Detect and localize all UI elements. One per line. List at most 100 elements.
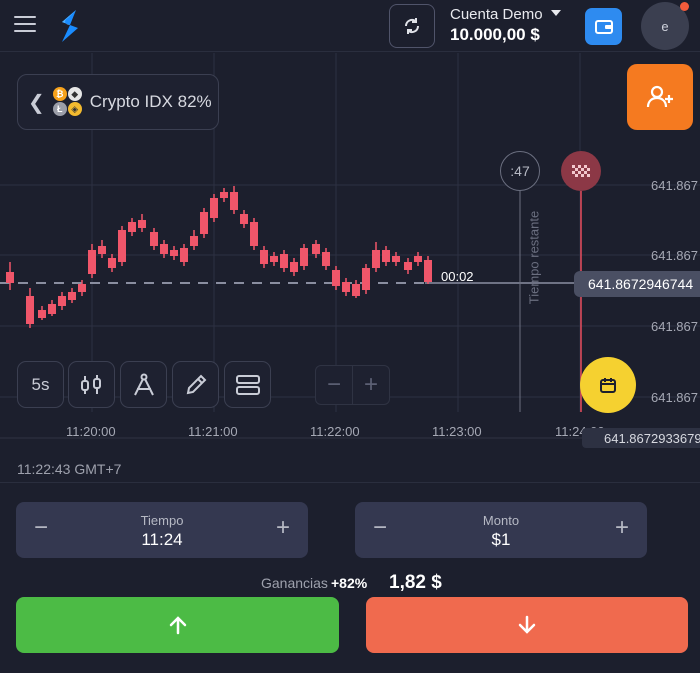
bearish-candle: [270, 252, 278, 266]
candle-body: [108, 258, 116, 268]
candle-body: [38, 310, 46, 318]
timeframe-button[interactable]: 5s: [17, 361, 64, 408]
bearish-candle: [260, 246, 268, 268]
time-field[interactable]: − Tiempo 11:24 +: [16, 502, 308, 558]
chevron-down-icon: [550, 10, 561, 16]
bearish-candle: [332, 266, 340, 290]
candle-body: [160, 244, 168, 254]
payout-amount: 1,82 $: [389, 572, 442, 593]
pencil-tool-button[interactable]: [172, 361, 219, 408]
bearish-candle: [118, 226, 126, 266]
candle-body: [88, 250, 96, 274]
bearish-candle: [220, 188, 228, 202]
bearish-candle: [6, 262, 14, 290]
brand-logo[interactable]: [56, 8, 82, 44]
bearish-candle: [342, 278, 350, 296]
indicators-button[interactable]: [68, 361, 115, 408]
zoom-in-button[interactable]: +: [352, 365, 390, 405]
bearish-candle: [362, 264, 370, 294]
add-user-icon: [646, 85, 673, 108]
candle-body: [332, 270, 340, 286]
pencil-icon: [186, 374, 206, 394]
time-increase-button[interactable]: +: [268, 514, 298, 542]
candle-body: [128, 222, 136, 232]
y-axis-label: 641.867: [651, 319, 698, 334]
top-bar: Cuenta Demo 10.000,00 $ e: [0, 0, 700, 52]
wallet-button[interactable]: [585, 8, 622, 45]
chevron-left-icon[interactable]: ❮: [28, 90, 45, 115]
refresh-icon: [404, 18, 420, 34]
candle-body: [240, 214, 248, 224]
bearish-candle: [372, 242, 380, 272]
zoom-out-button[interactable]: −: [315, 365, 353, 405]
bearish-candle: [230, 186, 238, 214]
avatar[interactable]: e: [641, 2, 689, 50]
candle-countdown: 00:02: [441, 269, 474, 284]
bearish-candle: [240, 210, 248, 228]
account-label: Cuenta Demo: [450, 6, 543, 23]
time-field-value[interactable]: 11:24: [16, 530, 308, 550]
menu-icon[interactable]: [14, 16, 36, 34]
account-selector[interactable]: Cuenta Demo 10.000,00 $: [450, 6, 561, 45]
candles-icon: [80, 374, 101, 394]
candle-body: [290, 262, 298, 272]
candle-body: [382, 250, 390, 262]
arrow-up-icon: [169, 616, 186, 635]
y-axis-label: 641.867: [651, 390, 698, 405]
candle-body: [280, 254, 288, 268]
checkered-flag-icon: [572, 165, 590, 177]
payout-label: Ganancias: [261, 575, 328, 591]
x-axis-label: 11:20:00: [66, 424, 116, 439]
buy-up-button[interactable]: [16, 597, 339, 653]
bearish-candle: [26, 288, 34, 328]
bearish-candle: [170, 246, 178, 260]
bearish-candle: [128, 218, 136, 236]
candles: [6, 186, 432, 328]
bearish-candle: [322, 248, 330, 270]
crypto-coins-icon: ₿ ◆ Ł ◈: [52, 87, 83, 117]
candle-body: [98, 246, 106, 254]
candle-body: [312, 244, 320, 254]
candle-body: [190, 236, 198, 246]
bearish-candle: [382, 246, 390, 266]
candle-body: [352, 284, 360, 296]
secondary-price-tag: 641.8672933679: [582, 428, 700, 448]
invite-friend-button[interactable]: [627, 64, 693, 130]
candle-body: [170, 250, 178, 256]
bearish-candle: [38, 306, 46, 320]
sell-down-button[interactable]: [366, 597, 688, 653]
bearish-candle: [200, 208, 208, 238]
time-remaining-label: Tiempo restante: [526, 210, 542, 305]
wallet-icon: [594, 19, 613, 34]
compass-icon: [133, 373, 154, 395]
amount-field-value[interactable]: $1: [355, 530, 647, 550]
payout-percent: +82%: [331, 575, 368, 591]
bearish-candle: [404, 258, 412, 274]
bearish-candle: [88, 244, 96, 278]
asset-selector[interactable]: ❮ ₿ ◆ Ł ◈ Crypto IDX 82%: [17, 74, 219, 130]
candle-body: [6, 272, 14, 283]
bearish-candle: [392, 252, 400, 266]
time-field-label: Tiempo: [140, 513, 184, 528]
x-axis-label: 11:22:00: [310, 424, 360, 439]
server-clock: 11:22:43 GMT+7: [17, 461, 122, 477]
layout-button[interactable]: [224, 361, 271, 408]
candle-body: [342, 282, 350, 292]
bearish-candle: [414, 252, 422, 266]
bearish-candle: [58, 292, 66, 310]
drawing-tools-button[interactable]: [120, 361, 167, 408]
candle-body: [424, 260, 432, 282]
candle-body: [230, 192, 238, 210]
candle-body: [180, 248, 188, 262]
avatar-initial: e: [661, 18, 669, 34]
bearish-candle: [424, 256, 432, 284]
amount-field[interactable]: − Monto $1 +: [355, 502, 647, 558]
amount-increase-button[interactable]: +: [607, 514, 637, 542]
candle-body: [26, 296, 34, 324]
switch-account-button[interactable]: [389, 4, 435, 48]
calendar-button[interactable]: [580, 357, 636, 413]
candle-body: [250, 222, 258, 246]
bearish-candle: [138, 214, 146, 232]
candle-body: [138, 220, 146, 228]
account-balance: 10.000,00 $: [450, 25, 540, 44]
